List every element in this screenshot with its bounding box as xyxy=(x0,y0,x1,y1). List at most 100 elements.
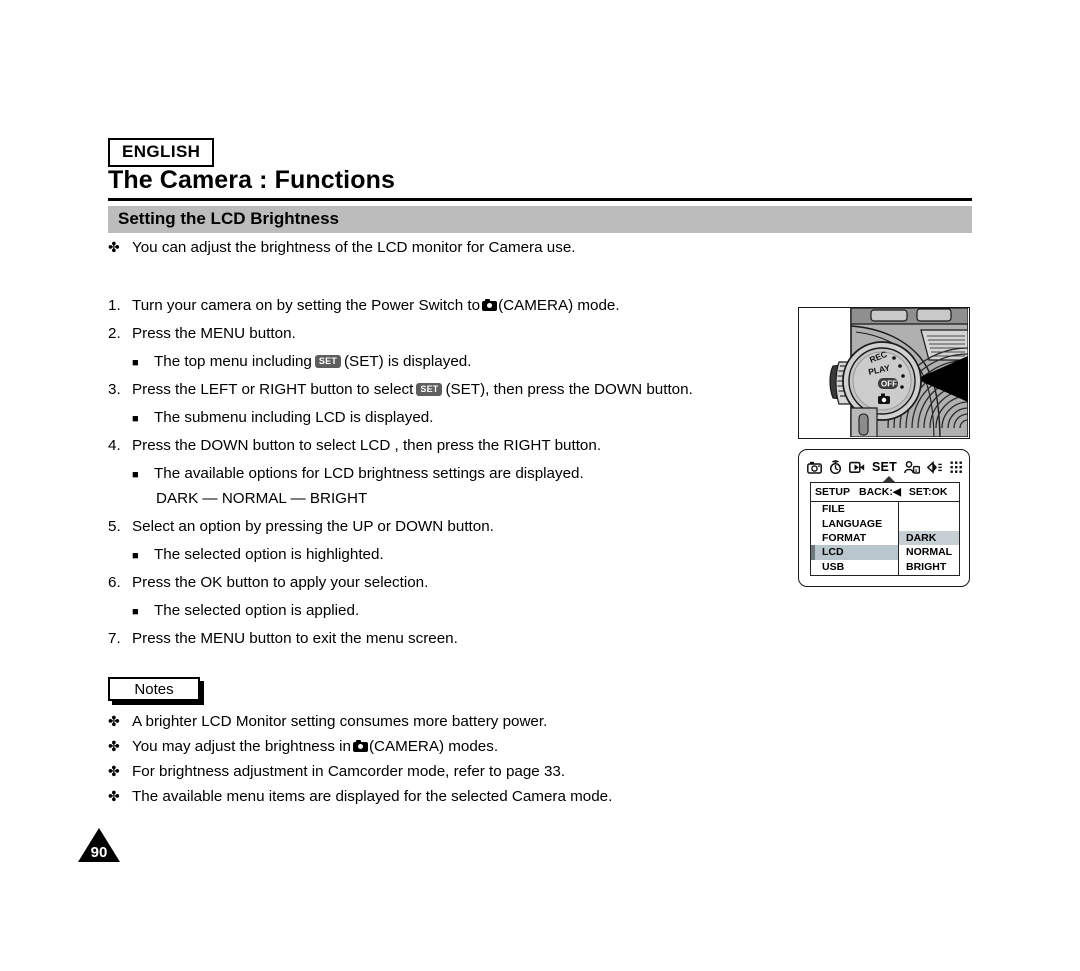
back-light-icon xyxy=(849,461,865,473)
step-5-row: 5. Select an option by pressing the UP o… xyxy=(108,517,788,536)
section-header-bar: Setting the LCD Brightness xyxy=(108,206,972,233)
menu-header-setup: SETUP xyxy=(815,486,851,498)
substep-top-menu-row: ■ The top menu including SET (SET) is disp… xyxy=(132,352,788,371)
note-item-1: ✤ A brighter LCD Monitor setting consume… xyxy=(108,712,798,731)
step-6-number: 6. xyxy=(108,574,121,591)
substep-applied-text: The selected option is applied. xyxy=(154,602,360,619)
substep-submenu-row: ■ The submenu including LCD is displayed… xyxy=(132,408,788,427)
camera-icon xyxy=(807,461,822,474)
note-item-2: ✤ You may adjust the brightness in (CAMER… xyxy=(108,737,798,756)
step-6-text: Press the OK button to apply your select… xyxy=(132,574,429,591)
left-arrow-icon: ◀ xyxy=(892,486,901,498)
substep-top-menu-pre: The top menu including xyxy=(154,353,312,370)
lcd-setup-menu-figure: SET a SETUP BACK:◀ SET:OK FILE LANGUAGE … xyxy=(798,449,970,587)
menu-item-format[interactable]: FORMAT xyxy=(811,531,898,545)
step-3-text: Press the LEFT or RIGHT button to select… xyxy=(132,380,788,399)
step-3-row: 3. Press the LEFT or RIGHT button to sel… xyxy=(108,380,788,399)
lcd-menu-left-column: FILE LANGUAGE FORMAT LCD USB xyxy=(811,502,899,575)
step-5-number: 5. xyxy=(108,518,121,535)
lcd-menu-panel: SETUP BACK:◀ SET:OK FILE LANGUAGE FORMAT… xyxy=(810,482,960,576)
option-dark[interactable]: DARK xyxy=(899,530,959,546)
notes-label: Notes xyxy=(134,681,174,698)
language-badge: ENGLISH xyxy=(108,138,215,167)
step-4-row: 4. Press the DOWN button to select LCD ,… xyxy=(108,436,788,455)
option-normal[interactable]: NORMAL xyxy=(899,545,959,559)
note-item-2-text: You may adjust the brightness in (CAMERA)… xyxy=(132,737,798,756)
intro-bullet-row: ✤ You can adjust the brightness of the L… xyxy=(108,238,788,257)
camera-icon xyxy=(352,740,368,752)
step-2-number: 2. xyxy=(108,325,121,342)
step-1-number: 1. xyxy=(108,297,121,314)
step-1-text-pre: Turn your camera on by setting the Power… xyxy=(132,297,481,314)
step-2-row: 2. Press the MENU button. xyxy=(108,324,788,343)
note-item-3: ✤ For brightness adjustment in Camcorder… xyxy=(108,762,798,781)
menu-header-setok: SET:OK xyxy=(908,486,948,498)
clover-bullet-icon: ✤ xyxy=(108,738,120,754)
sound-icon xyxy=(926,460,942,474)
option-bright[interactable]: BRIGHT xyxy=(899,560,959,574)
step-3-text-post: (SET), then press the DOWN button. xyxy=(445,381,693,398)
note-item-4-text: The available menu items are displayed f… xyxy=(132,788,613,805)
set-badge-icon: SET xyxy=(416,383,445,399)
dial-label-off: OFF xyxy=(881,380,897,389)
step-4-text: Press the DOWN button to select LCD , th… xyxy=(132,437,602,454)
clover-bullet-icon: ✤ xyxy=(108,788,120,804)
square-bullet-icon: ■ xyxy=(132,606,139,618)
instructions-body: ✤ You can adjust the brightness of the L… xyxy=(108,238,788,657)
clover-bullet-icon: ✤ xyxy=(108,239,120,255)
note-item-2-post: (CAMERA) modes. xyxy=(368,738,499,755)
lcd-menu-header: SETUP BACK:◀ SET:OK xyxy=(811,483,959,502)
menu-header-back: BACK:◀ xyxy=(859,486,901,498)
intro-text: You can adjust the brightness of the LCD… xyxy=(132,239,576,256)
menu-item-file[interactable]: FILE xyxy=(811,502,898,516)
substep-highlighted-row: ■ The selected option is highlighted. xyxy=(132,545,788,564)
substep-options-row: ■ The available options for LCD brightne… xyxy=(132,464,788,483)
step-1-row: 1. Turn your camera on by setting the Po… xyxy=(108,296,788,315)
lcd-menu-body: FILE LANGUAGE FORMAT LCD USB DARK NORMAL… xyxy=(811,502,959,575)
camera-icon xyxy=(482,299,498,311)
camera-photo-illustration: REC PLAY OFF xyxy=(799,308,969,438)
step-4-number: 4. xyxy=(108,437,121,454)
step-7-number: 7. xyxy=(108,630,121,647)
menu-item-language[interactable]: LANGUAGE xyxy=(811,516,898,530)
square-bullet-icon: ■ xyxy=(132,413,139,425)
portrait-icon: a xyxy=(904,460,920,473)
substep-top-menu-post: (SET) is displayed. xyxy=(344,353,472,370)
notes-box: Notes xyxy=(108,677,200,701)
options-list-text: DARK — NORMAL — BRIGHT xyxy=(156,490,368,507)
menu-item-usb[interactable]: USB xyxy=(811,560,898,574)
substep-highlighted-text: The selected option is highlighted. xyxy=(154,546,384,563)
lcd-icon-row: SET a xyxy=(804,458,966,476)
step-3-number: 3. xyxy=(108,381,121,398)
step-1-text-post: (CAMERA) mode. xyxy=(498,297,620,314)
step-3-text-pre: Press the LEFT or RIGHT button to select xyxy=(132,381,414,398)
title-divider xyxy=(108,198,972,201)
clover-bullet-icon: ✤ xyxy=(108,763,120,779)
step-5-text: Select an option by pressing the UP or D… xyxy=(132,518,494,535)
step-2-text: Press the MENU button. xyxy=(132,325,296,342)
square-bullet-icon: ■ xyxy=(132,357,139,369)
svg-text:a: a xyxy=(915,467,918,473)
note-item-3-text: For brightness adjustment in Camcorder m… xyxy=(132,763,566,780)
menu-header-back-label: BACK: xyxy=(859,486,893,498)
substep-applied-row: ■ The selected option is applied. xyxy=(132,601,788,620)
set-badge-icon: SET xyxy=(314,355,344,371)
step-1-text: Turn your camera on by setting the Power… xyxy=(132,296,788,315)
menu-item-lcd[interactable]: LCD xyxy=(811,545,898,560)
square-bullet-icon: ■ xyxy=(132,469,139,481)
square-bullet-icon: ■ xyxy=(132,550,139,562)
page-number-badge: 90 xyxy=(78,828,120,862)
lcd-menu-right-column: DARK NORMAL BRIGHT xyxy=(899,502,959,575)
language-badge-label: ENGLISH xyxy=(122,142,201,161)
mosaic-grid-icon xyxy=(950,461,962,473)
page-title: The Camera : Functions xyxy=(108,166,395,194)
note-item-2-pre: You may adjust the brightness in xyxy=(132,738,351,755)
notes-list: ✤ A brighter LCD Monitor setting consume… xyxy=(108,712,798,812)
note-item-1-text: A brighter LCD Monitor setting consumes … xyxy=(132,713,548,730)
substep-options-text: The available options for LCD brightness… xyxy=(154,465,584,482)
note-item-4: ✤ The available menu items are displayed… xyxy=(108,787,798,806)
camera-power-switch-photo: REC PLAY OFF xyxy=(798,307,970,439)
step-6-row: 6. Press the OK button to apply your sel… xyxy=(108,573,788,592)
options-list-row: DARK — NORMAL — BRIGHT xyxy=(156,489,788,508)
